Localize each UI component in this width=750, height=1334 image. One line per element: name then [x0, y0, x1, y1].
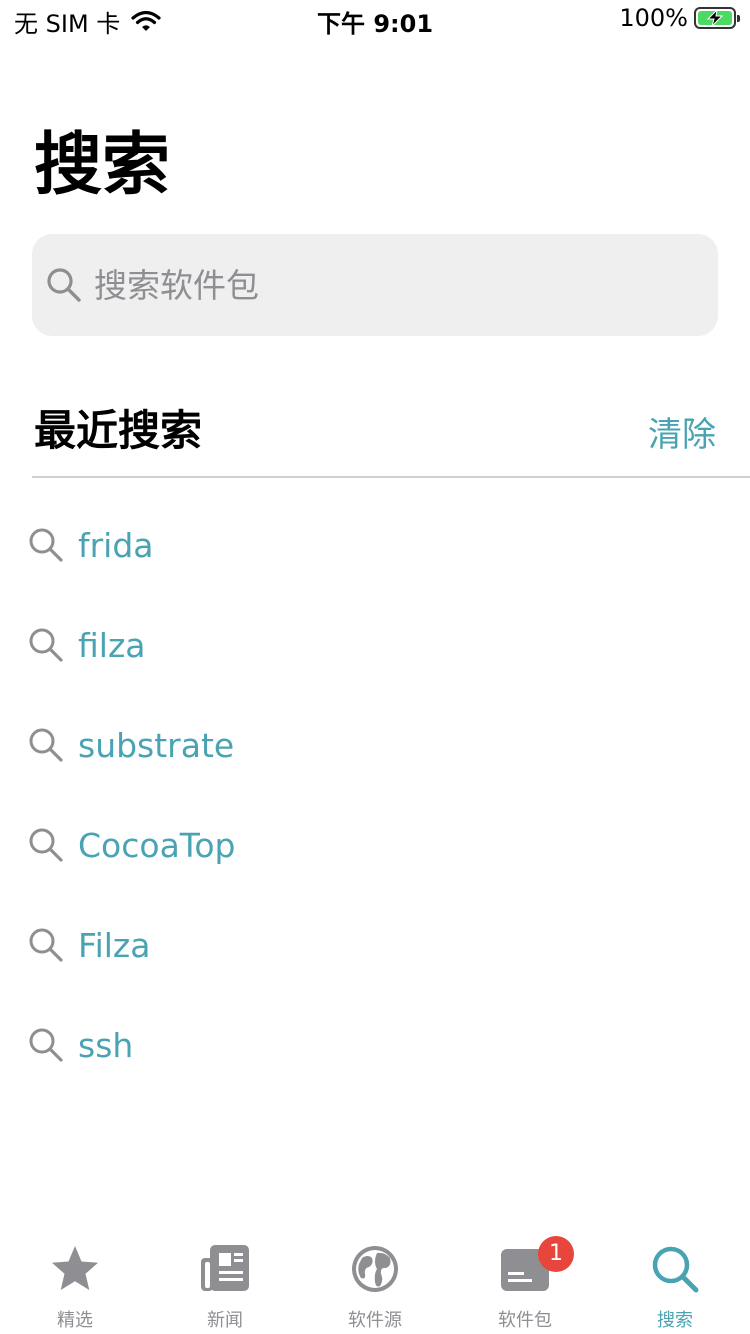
search-icon	[29, 728, 63, 762]
battery-icon	[694, 7, 740, 29]
globe-icon	[352, 1246, 398, 1292]
page-title: 搜索	[34, 126, 171, 205]
clear-button[interactable]: 清除	[648, 418, 716, 452]
tab-bar: 精选 新闻 软件源 1 软件包 搜索	[0, 1230, 750, 1334]
status-right: 100%	[619, 4, 740, 32]
tab-search[interactable]: 搜索	[600, 1230, 750, 1334]
battery-percent: 100%	[619, 4, 688, 32]
list-item-label: frida	[78, 526, 154, 565]
search-icon	[29, 528, 63, 562]
list-item-label: filza	[78, 626, 146, 665]
tab-news[interactable]: 新闻	[150, 1230, 300, 1334]
search-icon	[29, 628, 63, 662]
recent-searches-list: frida filza substrate CocoaTop Filza ssh	[0, 496, 750, 1096]
divider	[32, 476, 750, 478]
list-item[interactable]: Filza	[0, 896, 750, 996]
list-item[interactable]: filza	[0, 596, 750, 696]
recent-searches-title: 最近搜索	[34, 406, 203, 455]
charging-bolt-icon	[706, 9, 724, 27]
tab-sources[interactable]: 软件源	[300, 1230, 450, 1334]
search-icon	[652, 1246, 699, 1293]
search-icon	[47, 268, 81, 302]
search-icon	[29, 828, 63, 862]
tab-label: 新闻	[207, 1310, 243, 1331]
tab-label: 精选	[57, 1310, 93, 1331]
list-item-label: ssh	[78, 1026, 134, 1065]
search-icon	[29, 928, 63, 962]
tab-label: 搜索	[657, 1310, 693, 1331]
list-item[interactable]: substrate	[0, 696, 750, 796]
list-item-label: substrate	[78, 726, 235, 765]
newspaper-icon	[201, 1245, 249, 1291]
search-input[interactable]	[94, 258, 694, 312]
tab-label: 软件源	[348, 1310, 402, 1331]
list-item[interactable]: ssh	[0, 996, 750, 1096]
list-item[interactable]: CocoaTop	[0, 796, 750, 896]
star-icon	[52, 1246, 98, 1290]
tab-label: 软件包	[498, 1310, 552, 1331]
notification-badge: 1	[538, 1236, 574, 1272]
search-screen: 无 SIM 卡 下午 9:01 100% 搜索 搜索软件包 最近搜索 清除 fr…	[0, 0, 750, 1334]
tab-packages[interactable]: 1 软件包	[450, 1230, 600, 1334]
battery-cap	[737, 15, 740, 22]
status-bar: 无 SIM 卡 下午 9:01 100%	[0, 0, 750, 40]
tab-featured[interactable]: 精选	[0, 1230, 150, 1334]
search-box[interactable]	[32, 234, 718, 336]
list-item[interactable]: frida	[0, 496, 750, 596]
list-item-label: Filza	[78, 926, 151, 965]
list-item-label: CocoaTop	[78, 826, 236, 865]
search-icon	[29, 1028, 63, 1062]
